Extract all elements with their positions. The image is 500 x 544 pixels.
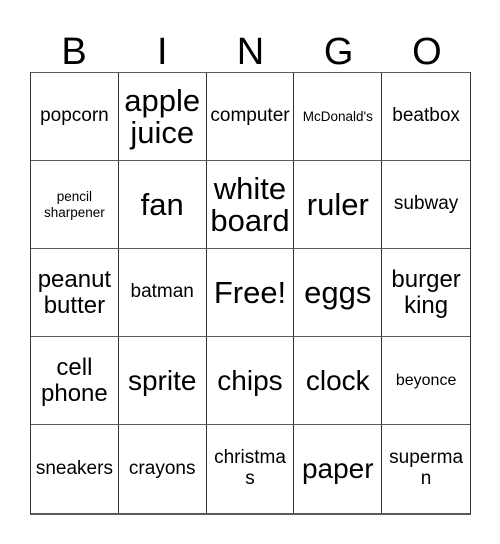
bingo-cell[interactable]: McDonald's — [294, 73, 383, 161]
bingo-cell-label: subway — [393, 193, 459, 215]
bingo-cell[interactable]: sneakers — [31, 425, 119, 513]
bingo-cell-label: McDonald's — [302, 108, 373, 124]
bingo-cell[interactable]: superman — [382, 425, 470, 513]
bingo-cell[interactable]: pencil sharpener — [31, 161, 119, 249]
bingo-cell[interactable]: fan — [118, 161, 207, 249]
bingo-cell-label: peanut butter — [37, 266, 112, 319]
bingo-cell-label: ruler — [306, 186, 369, 222]
bingo-cell[interactable]: white board — [206, 161, 295, 249]
bingo-cell-label: crayons — [128, 457, 196, 479]
bingo-cell[interactable]: cell phone — [31, 337, 119, 425]
bingo-cell[interactable]: subway — [382, 161, 470, 249]
bingo-cell[interactable]: batman — [118, 249, 207, 337]
bingo-cell[interactable]: christmas — [206, 425, 295, 513]
bingo-cell[interactable]: sprite — [118, 337, 207, 425]
bingo-cell-label: clock — [305, 364, 370, 396]
bingo-cell[interactable]: ruler — [294, 161, 383, 249]
bingo-cell[interactable]: apple juice — [118, 73, 207, 161]
bingo-header-letter-n: N — [236, 31, 265, 73]
bingo-cell-label: beyonce — [395, 371, 457, 389]
bingo-cell-label: Free! — [213, 274, 287, 310]
bingo-cell[interactable]: paper — [294, 425, 383, 513]
bingo-cell-label: christmas — [214, 447, 286, 489]
bingo-cell[interactable]: chips — [206, 337, 295, 425]
bingo-cell-label: sprite — [127, 364, 197, 396]
bingo-cell[interactable]: crayons — [118, 425, 207, 513]
bingo-header-letter-o: O — [412, 31, 442, 73]
bingo-cell-label: batman — [130, 281, 194, 303]
bingo-cell-label: sneakers — [35, 457, 113, 479]
bingo-cell[interactable]: beyonce — [382, 337, 470, 425]
bingo-cell-label: chips — [217, 364, 283, 396]
bingo-cell-label: cell phone — [41, 354, 108, 407]
bingo-cell-label: eggs — [304, 274, 372, 310]
bingo-cell[interactable]: eggs — [294, 249, 383, 337]
bingo-header-letter-b: B — [61, 31, 87, 73]
bingo-cell-label: burger king — [391, 266, 461, 319]
bingo-cell[interactable]: clock — [294, 337, 383, 425]
bingo-header-letter-g: G — [323, 31, 354, 73]
bingo-cell-label: beatbox — [392, 105, 460, 127]
bingo-cell-label: paper — [301, 453, 374, 485]
bingo-cell-label: computer — [210, 105, 290, 127]
bingo-cell[interactable]: beatbox — [382, 73, 470, 161]
bingo-cell[interactable]: burger king — [382, 249, 470, 337]
bingo-header-letter-i: I — [157, 31, 168, 73]
bingo-cell-label: pencil sharpener — [44, 188, 105, 220]
bingo-cell-label: popcorn — [40, 105, 109, 127]
bingo-cell[interactable]: popcorn — [31, 73, 119, 161]
bingo-grid: popcorn apple juice computer McDonald's … — [30, 72, 471, 515]
bingo-cell-label: superman — [389, 447, 464, 489]
bingo-cell[interactable]: computer — [206, 73, 295, 161]
bingo-header-row: B I N G O — [30, 20, 471, 72]
bingo-cell-label: apple juice — [124, 82, 201, 150]
bingo-cell-free-space[interactable]: Free! — [206, 249, 295, 337]
bingo-cell[interactable]: peanut butter — [31, 249, 119, 337]
bingo-cell-label: white board — [210, 170, 290, 238]
bingo-card: B I N G O popcorn apple juice computer M… — [0, 0, 500, 544]
bingo-cell-label: fan — [140, 186, 184, 222]
